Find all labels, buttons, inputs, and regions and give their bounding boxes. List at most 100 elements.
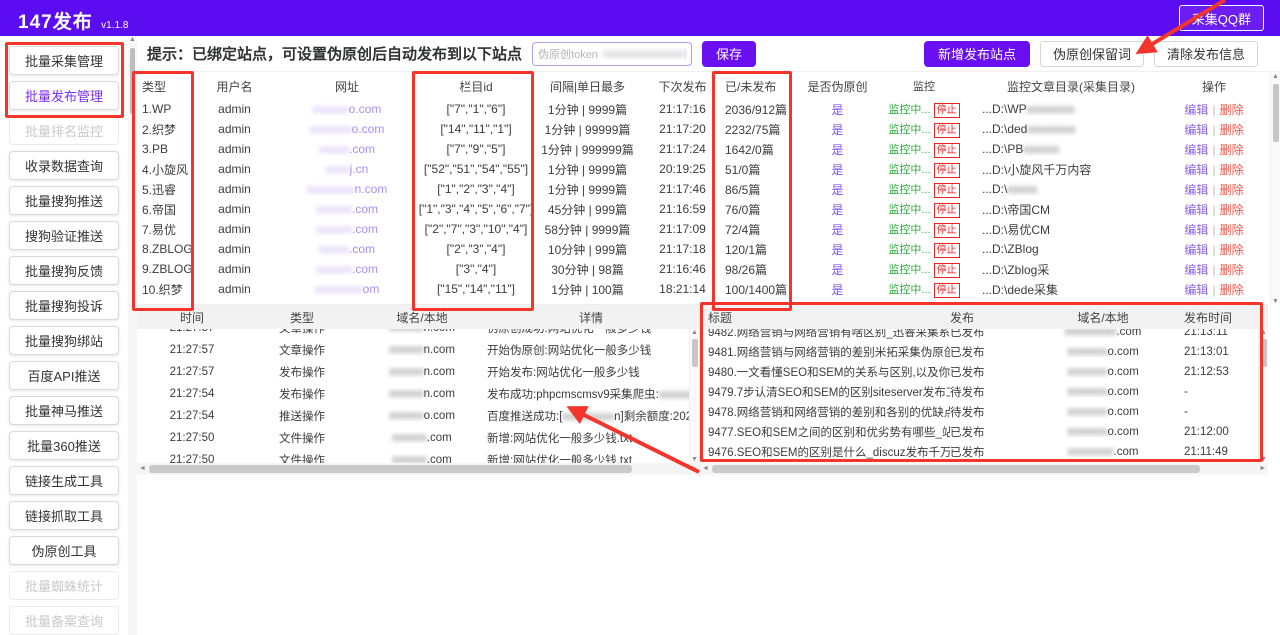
cell-url[interactable]: xxxxxxxo.com: [277, 122, 417, 136]
edit-link[interactable]: 编辑: [1184, 123, 1208, 137]
sidebar-item[interactable]: 收录数据查询: [9, 151, 119, 180]
cell-detail: 新增:网站优化一般多少钱.txt: [487, 430, 699, 446]
delete-link[interactable]: 删除: [1220, 263, 1244, 277]
sidebar-scrollbar[interactable]: ▲: [128, 36, 137, 635]
cell-url[interactable]: xxxxxx.com: [277, 202, 417, 216]
add-publish-site-button[interactable]: 新增发布站点: [924, 41, 1030, 67]
qq-group-button[interactable]: 采集QQ群: [1179, 5, 1264, 31]
url-tail: j.cn: [350, 162, 369, 176]
delete-link[interactable]: 删除: [1220, 203, 1244, 217]
sidebar-item[interactable]: 伪原创工具: [9, 536, 119, 565]
sidebar-item[interactable]: 批量360推送: [9, 431, 119, 460]
scroll-up-icon[interactable]: ▲: [1272, 73, 1279, 80]
sidebar-item[interactable]: 链接抓取工具: [9, 501, 119, 530]
delete-link[interactable]: 删除: [1220, 283, 1244, 297]
stop-button[interactable]: 停止: [934, 263, 960, 278]
scroll-left-icon[interactable]: ◄: [139, 465, 146, 472]
cell-url[interactable]: xxxxx.com: [277, 242, 417, 256]
cell-monitor-dir: ...D:\Zblog采: [968, 261, 1160, 278]
stop-button[interactable]: 停止: [934, 123, 960, 138]
delete-link[interactable]: 删除: [1220, 143, 1244, 157]
edit-link[interactable]: 编辑: [1184, 203, 1208, 217]
scrollbar-thumb[interactable]: [149, 465, 632, 473]
scroll-up-icon[interactable]: ▲: [691, 329, 698, 336]
scroll-left-icon[interactable]: ◄: [702, 465, 709, 472]
scrollbar-thumb[interactable]: [712, 465, 1200, 473]
sidebar-item[interactable]: 批量备案查询: [9, 606, 119, 635]
sidebar-item[interactable]: 批量排名监控: [9, 116, 119, 145]
save-button[interactable]: 保存: [702, 41, 756, 67]
delete-link[interactable]: 删除: [1220, 223, 1244, 237]
sidebar-item[interactable]: 链接生成工具: [9, 466, 119, 495]
stop-button[interactable]: 停止: [934, 143, 960, 158]
edit-link[interactable]: 编辑: [1184, 243, 1208, 257]
scroll-right-icon[interactable]: ►: [690, 465, 697, 472]
delete-link[interactable]: 删除: [1220, 243, 1244, 257]
site-table-scrollbar[interactable]: ▲ ▼: [1270, 73, 1280, 305]
detail-text: 开始伪原创:网站优化一般多少钱: [487, 345, 651, 357]
sidebar-item[interactable]: 搜狗验证推送: [9, 221, 119, 250]
sidebar-item[interactable]: 批量蜘蛛统计: [9, 571, 119, 600]
sidebar-item[interactable]: 批量搜狗反馈: [9, 256, 119, 285]
cell-log-type: 文章操作: [247, 329, 357, 336]
scroll-down-icon[interactable]: ▼: [690, 456, 699, 463]
cell-url[interactable]: xxxxxxxxn.com: [277, 182, 417, 196]
scroll-up-icon[interactable]: ▲: [129, 36, 136, 43]
cell-url[interactable]: xxxxxx.com: [277, 262, 417, 276]
log-vscrollbar[interactable]: ▲ ▼: [689, 329, 699, 463]
url-redacted: xxxxx: [319, 242, 349, 256]
article-vscrollbar[interactable]: ▲ ▼: [1258, 329, 1268, 463]
cell-url[interactable]: xxxxx.com: [277, 142, 417, 156]
cell-detail: 开始发布:网站优化一般多少钱: [487, 364, 699, 380]
cell-domain: xxxxxxxo.com: [1028, 386, 1178, 398]
edit-link[interactable]: 编辑: [1184, 283, 1208, 297]
delete-link[interactable]: 删除: [1220, 103, 1244, 117]
stop-button[interactable]: 停止: [934, 203, 960, 218]
sidebar-item[interactable]: 百度API推送: [9, 361, 119, 390]
scrollbar-thumb[interactable]: [130, 48, 135, 114]
sidebar-item[interactable]: 批量发布管理: [9, 81, 119, 110]
stop-button[interactable]: 停止: [934, 163, 960, 178]
scroll-down-icon[interactable]: ▼: [1271, 298, 1280, 305]
dir-prefix: ...D:\小旋风千万内容: [982, 163, 1091, 177]
cell-url[interactable]: xxxxxxxxom: [277, 282, 417, 296]
stop-button[interactable]: 停止: [934, 103, 960, 118]
cell-published: 2036/912篇: [725, 101, 795, 118]
sidebar-item[interactable]: 批量搜狗推送: [9, 186, 119, 215]
cell-actions: 编辑|删除: [1160, 221, 1268, 238]
delete-link[interactable]: 删除: [1220, 123, 1244, 137]
url-tail: o.com: [352, 122, 385, 136]
delete-link[interactable]: 删除: [1220, 163, 1244, 177]
sidebar-item[interactable]: 批量神马推送: [9, 396, 119, 425]
cell-url[interactable]: xxxxxxo.com: [277, 102, 417, 116]
edit-link[interactable]: 编辑: [1184, 163, 1208, 177]
clear-publish-info-button[interactable]: 清除发布信息: [1154, 41, 1258, 67]
stop-button[interactable]: 停止: [934, 243, 960, 258]
scrollbar-thumb[interactable]: [1273, 84, 1279, 142]
edit-link[interactable]: 编辑: [1184, 143, 1208, 157]
scrollbar-thumb[interactable]: [692, 339, 698, 367]
sidebar-item[interactable]: 批量采集管理: [9, 46, 119, 75]
cell-next-publish: 21:17:24: [640, 142, 725, 156]
scroll-up-icon[interactable]: ▲: [1260, 329, 1267, 336]
scroll-right-icon[interactable]: ►: [1259, 465, 1266, 472]
cell-log-type: 文件操作: [247, 430, 357, 446]
stop-button[interactable]: 停止: [934, 183, 960, 198]
sidebar-item[interactable]: 批量搜狗投诉: [9, 291, 119, 320]
edit-link[interactable]: 编辑: [1184, 103, 1208, 117]
delete-link[interactable]: 删除: [1220, 183, 1244, 197]
article-hscrollbar[interactable]: ◄ ►: [700, 463, 1268, 475]
scroll-down-icon[interactable]: ▼: [1259, 456, 1268, 463]
scrollbar-thumb[interactable]: [1261, 339, 1267, 367]
cell-url[interactable]: xxxxj.cn: [277, 162, 417, 176]
edit-link[interactable]: 编辑: [1184, 263, 1208, 277]
stop-button[interactable]: 停止: [934, 283, 960, 298]
token-input[interactable]: 伪原创token xxxxxxxxxxxxxxx: [532, 42, 692, 66]
cell-url[interactable]: xxxxxx.com: [277, 222, 417, 236]
sidebar-item[interactable]: 批量搜狗绑站: [9, 326, 119, 355]
edit-link[interactable]: 编辑: [1184, 223, 1208, 237]
stop-button[interactable]: 停止: [934, 223, 960, 238]
edit-link[interactable]: 编辑: [1184, 183, 1208, 197]
log-hscrollbar[interactable]: ◄ ►: [137, 463, 699, 475]
pseudo-original-words-button[interactable]: 伪原创保留词: [1040, 41, 1144, 67]
